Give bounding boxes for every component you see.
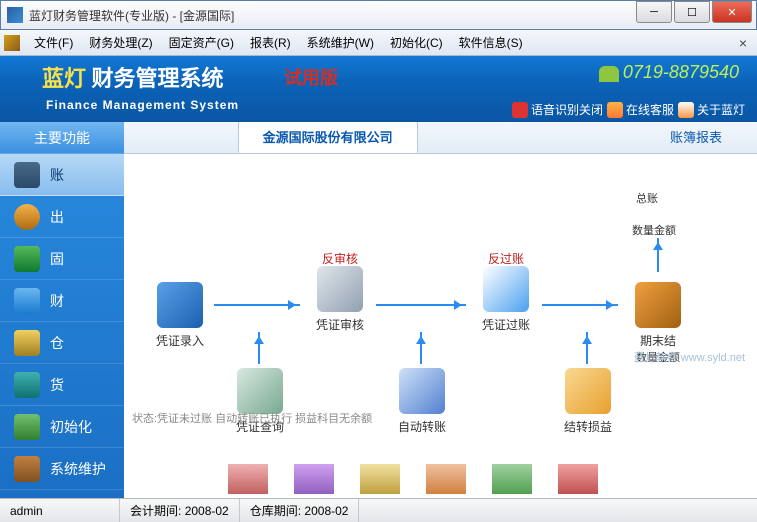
arrow-icon	[376, 304, 466, 306]
bottom-icon-row	[228, 464, 598, 494]
general-ledger-label: 总账	[636, 190, 658, 206]
header-links: 语音识别关闭 在线客服 关于蓝灯	[512, 101, 745, 118]
app-icon	[7, 7, 23, 23]
tool-icon[interactable]	[360, 464, 400, 494]
house-icon	[483, 266, 529, 312]
person-icon	[14, 204, 40, 230]
monitor-icon	[14, 162, 40, 188]
brand-right: 财务管理系统	[92, 66, 224, 91]
sidebar-item-finance[interactable]: 财	[0, 280, 124, 322]
arrow-icon	[542, 304, 618, 306]
arrow-icon	[214, 304, 300, 306]
about-link[interactable]: 关于蓝灯	[678, 101, 745, 118]
phone-number: 0719-8879540	[599, 62, 739, 83]
pencil-icon	[157, 282, 203, 328]
sidebar-item-maintain[interactable]: 系统维护	[0, 448, 124, 490]
voice-toggle[interactable]: 语音识别关闭	[512, 101, 603, 118]
package-icon	[14, 372, 40, 398]
tool-icon[interactable]	[492, 464, 532, 494]
status-period: 会计期间: 2008-02	[120, 499, 240, 522]
hammer-icon	[635, 282, 681, 328]
microphone-icon	[512, 102, 528, 118]
window-title: 蓝灯财务管理软件(专业版) - [金源国际]	[29, 7, 234, 24]
brand-english: Finance Management System	[46, 98, 239, 112]
box-icon	[14, 330, 40, 356]
sidebar-item-goods[interactable]: 货	[0, 364, 124, 406]
menubar: 文件(F) 财务处理(Z) 固定资产(G) 报表(R) 系统维护(W) 初始化(…	[0, 30, 757, 56]
node-voucher-post[interactable]: 反过账 凭证过账	[476, 250, 536, 333]
window-controls: ─ ☐ ✕	[634, 1, 752, 23]
maximize-button[interactable]: ☐	[674, 1, 710, 23]
mdi-close-icon[interactable]: ×	[733, 35, 753, 51]
window-titlebar: 蓝灯财务管理软件(专业版) - [金源国际] ─ ☐ ✕	[0, 0, 757, 30]
phone-icon	[599, 66, 619, 82]
workflow-diagram: 总账 数量金额 凭证录入 反审核 凭证审核 反过账 凭证过账 期末结	[124, 154, 757, 494]
menu-file[interactable]: 文件(F)	[26, 31, 81, 54]
magnifier-icon	[317, 266, 363, 312]
watermark: 蓝灯软件 www.syld.net	[634, 349, 745, 365]
brand-left: 蓝灯	[42, 66, 86, 91]
sidebar: 主要功能 账 出 固 财 仓 货 初始化 系统维护	[0, 122, 124, 498]
support-icon	[607, 102, 623, 118]
minimize-button[interactable]: ─	[636, 1, 672, 23]
sidebar-header: 主要功能	[0, 122, 124, 154]
node-voucher-entry[interactable]: 凭证录入	[150, 266, 210, 349]
tool-icon[interactable]	[558, 464, 598, 494]
close-button[interactable]: ✕	[712, 1, 752, 23]
search-doc-icon	[237, 368, 283, 414]
sidebar-item-warehouse[interactable]: 仓	[0, 322, 124, 364]
clipboard-icon	[565, 368, 611, 414]
arrow-up-icon	[657, 238, 659, 272]
menu-reports[interactable]: 报表(R)	[242, 31, 299, 54]
gear-icon	[14, 414, 40, 440]
sidebar-item-accounts[interactable]: 账	[0, 154, 124, 196]
tab-reports[interactable]: 账簿报表	[645, 122, 747, 153]
chart-icon	[14, 288, 40, 314]
menu-app-icon	[4, 35, 20, 51]
arrow-up-icon	[258, 332, 260, 364]
menu-finance[interactable]: 财务处理(Z)	[81, 31, 160, 54]
node-profit-loss[interactable]: 结转损益	[558, 368, 618, 435]
main-content: 金源国际股份有限公司 账簿报表 总账 数量金额 凭证录入 反审核 凭证审核 反过…	[124, 122, 757, 498]
tool-icon[interactable]	[294, 464, 334, 494]
tools-icon	[14, 456, 40, 482]
menu-fixed-assets[interactable]: 固定资产(G)	[161, 31, 242, 54]
menu-system[interactable]: 系统维护(W)	[299, 31, 382, 54]
statusbar: admin 会计期间: 2008-02 仓库期间: 2008-02	[0, 498, 757, 522]
brand-title: 蓝灯 财务管理系统	[42, 61, 224, 93]
home-icon	[678, 102, 694, 118]
status-stock-period: 仓库期间: 2008-02	[240, 499, 360, 522]
sidebar-item-init[interactable]: 初始化	[0, 406, 124, 448]
sidebar-item-fixed[interactable]: 固	[0, 238, 124, 280]
arrow-up-icon	[586, 332, 588, 364]
body: 主要功能 账 出 固 财 仓 货 初始化 系统维护 金源国际股份有限公司 账簿报…	[0, 122, 757, 498]
arrow-up-icon	[420, 332, 422, 364]
qty-amount-label: 数量金额	[632, 222, 676, 238]
tool-icon[interactable]	[228, 464, 268, 494]
status-hint: 状态:凭证未过账 自动转账已执行 损益科目无余额	[132, 410, 562, 426]
node-voucher-audit[interactable]: 反审核 凭证审核	[310, 250, 370, 333]
menu-software-info[interactable]: 软件信息(S)	[451, 31, 531, 54]
cycle-icon	[399, 368, 445, 414]
trial-badge: 试用版	[284, 64, 338, 90]
tab-company[interactable]: 金源国际股份有限公司	[238, 122, 418, 153]
tabs: 金源国际股份有限公司 账簿报表	[124, 122, 757, 154]
tool-icon[interactable]	[426, 464, 466, 494]
online-support[interactable]: 在线客服	[607, 101, 674, 118]
grid-icon	[14, 246, 40, 272]
status-user: admin	[0, 499, 120, 522]
menu-init[interactable]: 初始化(C)	[382, 31, 451, 54]
header-banner: 蓝灯 财务管理系统 试用版 Finance Management System …	[0, 56, 757, 122]
sidebar-item-out[interactable]: 出	[0, 196, 124, 238]
